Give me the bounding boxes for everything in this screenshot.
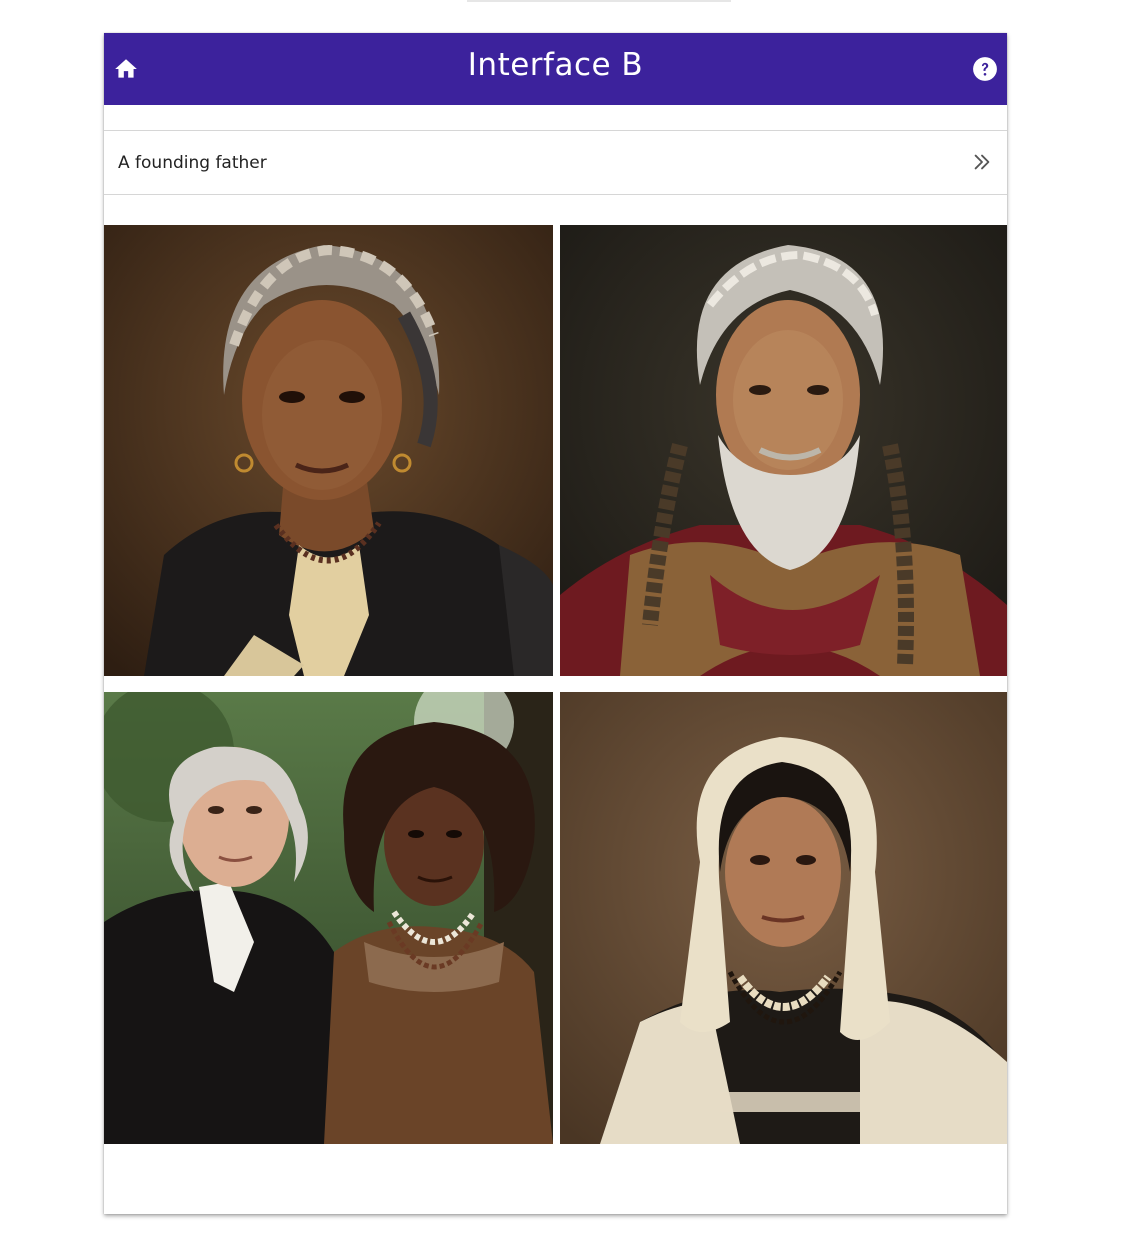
image-option-4[interactable] <box>560 692 1007 1144</box>
portrait-image <box>104 225 553 676</box>
image-option-1[interactable] <box>104 225 553 676</box>
interface-card: Interface B A founding father <box>104 33 1007 1214</box>
image-option-2[interactable] <box>560 225 1007 676</box>
app-bar: Interface B <box>104 33 1007 105</box>
portrait-image <box>560 225 1007 676</box>
top-handle <box>467 0 731 2</box>
help-icon <box>973 57 997 81</box>
double-chevron-right-icon[interactable] <box>969 149 995 175</box>
image-option-3[interactable] <box>104 692 553 1144</box>
portrait-image <box>560 692 1007 1144</box>
help-button[interactable] <box>971 55 999 83</box>
prompt-text: A founding father <box>118 153 267 173</box>
portrait-image <box>104 692 553 1144</box>
app-title: Interface B <box>467 47 644 83</box>
prompt-row[interactable]: A founding father <box>104 130 1007 195</box>
